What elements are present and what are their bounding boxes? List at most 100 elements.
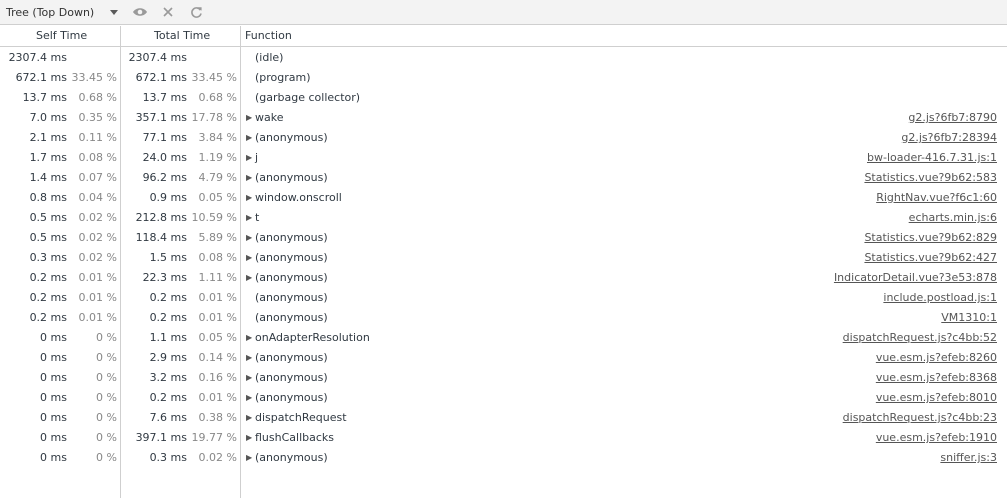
- total-time-cell: 77.1 ms: [142, 131, 187, 144]
- refresh-icon[interactable]: [187, 3, 205, 21]
- expand-triangle-icon[interactable]: ▶: [246, 148, 255, 168]
- table-row[interactable]: 0.2 ms 0.01 % 0.2 ms 0.01 % ▶(anonymous) incl…: [0, 288, 1007, 308]
- eye-icon[interactable]: [131, 3, 149, 21]
- expand-triangle-icon[interactable]: ▶: [246, 248, 255, 268]
- self-percent-cell: 0 %: [96, 391, 117, 404]
- table-row[interactable]: 0.2 ms 0.01 % 22.3 ms 1.11 % ▶ (anonymous) Ind…: [0, 268, 1007, 288]
- chevron-down-icon[interactable]: [105, 3, 123, 21]
- total-time-cell: 357.1 ms: [135, 111, 187, 124]
- source-link[interactable]: RightNav.vue?f6c1:60: [876, 188, 997, 208]
- table-row[interactable]: 1.7 ms 0.08 % 24.0 ms 1.19 % ▶ j bw-loader-416…: [0, 148, 1007, 168]
- expand-triangle-icon[interactable]: ▶: [246, 428, 255, 448]
- expand-triangle-icon[interactable]: ▶: [246, 328, 255, 348]
- table-row[interactable]: 2.1 ms 0.11 % 77.1 ms 3.84 % ▶ (anonymous) g2.…: [0, 128, 1007, 148]
- self-percent-cell: 0 %: [96, 331, 117, 344]
- source-link[interactable]: g2.js?6fb7:28394: [901, 128, 997, 148]
- expand-triangle-icon[interactable]: ▶: [246, 168, 255, 188]
- source-link[interactable]: vue.esm.js?efeb:8010: [876, 388, 997, 408]
- total-time-header[interactable]: Total Time: [154, 26, 210, 46]
- source-link[interactable]: include.postload.js:1: [883, 288, 997, 308]
- function-cell: ▶(anonymous): [246, 388, 806, 408]
- table-row[interactable]: 0 ms 0 % 0.2 ms 0.01 % ▶ (anonymous) vue.esm.j…: [0, 388, 1007, 408]
- expand-triangle-icon[interactable]: ▶: [246, 128, 255, 148]
- self-time-cell: 0.2 ms: [29, 291, 67, 304]
- self-percent-cell: 33.45 %: [71, 71, 117, 84]
- function-cell: ▶(anonymous): [246, 128, 806, 148]
- source-link[interactable]: vue.esm.js?efeb:8260: [876, 348, 997, 368]
- table-row[interactable]: 0 ms 0 % 1.1 ms 0.05 % ▶ onAdapterResolution d…: [0, 328, 1007, 348]
- table-row[interactable]: 0 ms 0 % 2.9 ms 0.14 % ▶ (anonymous) vue.esm.j…: [0, 348, 1007, 368]
- total-percent-cell: 1.11 %: [198, 271, 237, 284]
- expand-triangle-icon[interactable]: ▶: [246, 228, 255, 248]
- total-time-cell: 0.2 ms: [149, 391, 187, 404]
- function-name: (anonymous): [255, 351, 328, 364]
- self-percent-cell: 0.04 %: [78, 191, 117, 204]
- total-percent-cell: 0.05 %: [198, 331, 237, 344]
- source-link[interactable]: VM1310:1: [941, 308, 997, 328]
- table-row[interactable]: 0 ms 0 % 0.3 ms 0.02 % ▶ (anonymous) sniffer.j…: [0, 448, 1007, 468]
- table-row[interactable]: 7.0 ms 0.35 % 357.1 ms 17.78 % ▶ wake g2.js?6f…: [0, 108, 1007, 128]
- table-row[interactable]: 0 ms 0 % 3.2 ms 0.16 % ▶ (anonymous) vue.esm.j…: [0, 368, 1007, 388]
- total-percent-cell: 0.01 %: [198, 311, 237, 324]
- expand-triangle-icon[interactable]: ▶: [246, 208, 255, 228]
- view-mode-select[interactable]: Tree (Top Down): [6, 4, 94, 20]
- total-time-cell: 22.3 ms: [142, 271, 187, 284]
- function-cell: ▶(anonymous): [246, 308, 806, 328]
- source-link[interactable]: echarts.min.js:6: [909, 208, 997, 228]
- table-row[interactable]: 0 ms 0 % 7.6 ms 0.38 % ▶ dispatchRequest dispa…: [0, 408, 1007, 428]
- source-link[interactable]: vue.esm.js?efeb:1910: [876, 428, 997, 448]
- table-row[interactable]: 0 ms 0 % 397.1 ms 19.77 % ▶ flushCallbacks vue…: [0, 428, 1007, 448]
- expand-triangle-icon[interactable]: ▶: [246, 448, 255, 468]
- table-row[interactable]: 13.7 ms 0.68 % 13.7 ms 0.68 % ▶(garbage coll…: [0, 88, 1007, 108]
- self-time-cell: 0 ms: [40, 391, 67, 404]
- self-percent-cell: 0 %: [96, 451, 117, 464]
- expand-triangle-icon[interactable]: ▶: [246, 268, 255, 288]
- function-name: (idle): [255, 51, 284, 64]
- source-link[interactable]: g2.js?6fb7:8790: [908, 108, 997, 128]
- function-header[interactable]: Function: [245, 26, 292, 46]
- source-link[interactable]: Statistics.vue?9b62:829: [864, 228, 997, 248]
- table-row[interactable]: 0.5 ms 0.02 % 212.8 ms 10.59 % ▶ t echarts.min…: [0, 208, 1007, 228]
- expand-triangle-icon[interactable]: ▶: [246, 348, 255, 368]
- expand-triangle-icon[interactable]: ▶: [246, 408, 255, 428]
- source-link[interactable]: Statistics.vue?9b62:583: [864, 168, 997, 188]
- expand-triangle-icon[interactable]: ▶: [246, 108, 255, 128]
- self-time-cell: 0.8 ms: [29, 191, 67, 204]
- self-time-cell: 1.4 ms: [29, 171, 67, 184]
- function-cell: ▶(garbage collector): [246, 88, 806, 108]
- total-time-cell: 0.9 ms: [149, 191, 187, 204]
- function-name: (anonymous): [255, 131, 328, 144]
- table-row[interactable]: 0.8 ms 0.04 % 0.9 ms 0.05 % ▶ window.onscroll…: [0, 188, 1007, 208]
- self-time-header[interactable]: Self Time: [36, 26, 87, 46]
- source-link[interactable]: dispatchRequest.js?c4bb:23: [843, 408, 997, 428]
- self-time-cell: 0.2 ms: [29, 311, 67, 324]
- expand-triangle-icon[interactable]: ▶: [246, 388, 255, 408]
- close-icon[interactable]: [159, 3, 177, 21]
- table-row[interactable]: 2307.4 ms 2307.4 ms ▶(idle): [0, 48, 1007, 68]
- table-row[interactable]: 0.5 ms 0.02 % 118.4 ms 5.89 % ▶ (anonymous) St…: [0, 228, 1007, 248]
- total-percent-cell: 4.79 %: [198, 171, 237, 184]
- expand-triangle-icon[interactable]: ▶: [246, 188, 255, 208]
- function-name: (anonymous): [255, 391, 328, 404]
- source-link[interactable]: vue.esm.js?efeb:8368: [876, 368, 997, 388]
- table-row[interactable]: 0.3 ms 0.02 % 1.5 ms 0.08 % ▶ (anonymous) Stat…: [0, 248, 1007, 268]
- function-cell: ▶(anonymous): [246, 268, 806, 288]
- source-link[interactable]: sniffer.js:3: [940, 448, 997, 468]
- function-name: onAdapterResolution: [255, 331, 370, 344]
- total-time-cell: 672.1 ms: [135, 71, 187, 84]
- expand-triangle-icon[interactable]: ▶: [246, 368, 255, 388]
- source-link[interactable]: Statistics.vue?9b62:427: [864, 248, 997, 268]
- table-row[interactable]: 672.1 ms 33.45 % 672.1 ms 33.45 % ▶(program): [0, 68, 1007, 88]
- source-link[interactable]: IndicatorDetail.vue?3e53:878: [834, 268, 997, 288]
- function-cell: ▶(anonymous): [246, 228, 806, 248]
- total-time-cell: 96.2 ms: [142, 171, 187, 184]
- table-row[interactable]: 0.2 ms 0.01 % 0.2 ms 0.01 % ▶(anonymous) VM13…: [0, 308, 1007, 328]
- source-link[interactable]: dispatchRequest.js?c4bb:52: [843, 328, 997, 348]
- total-percent-cell: 5.89 %: [198, 231, 237, 244]
- function-name: (anonymous): [255, 231, 328, 244]
- source-link[interactable]: bw-loader-416.7.31.js:1: [867, 148, 997, 168]
- view-mode-label: Tree (Top Down): [6, 5, 95, 19]
- table-row[interactable]: 1.4 ms 0.07 % 96.2 ms 4.79 % ▶ (anonymous) Sta…: [0, 168, 1007, 188]
- function-cell: ▶ onAdapterResolution: [246, 328, 806, 348]
- function-cell: ▶(anonymous): [246, 168, 806, 188]
